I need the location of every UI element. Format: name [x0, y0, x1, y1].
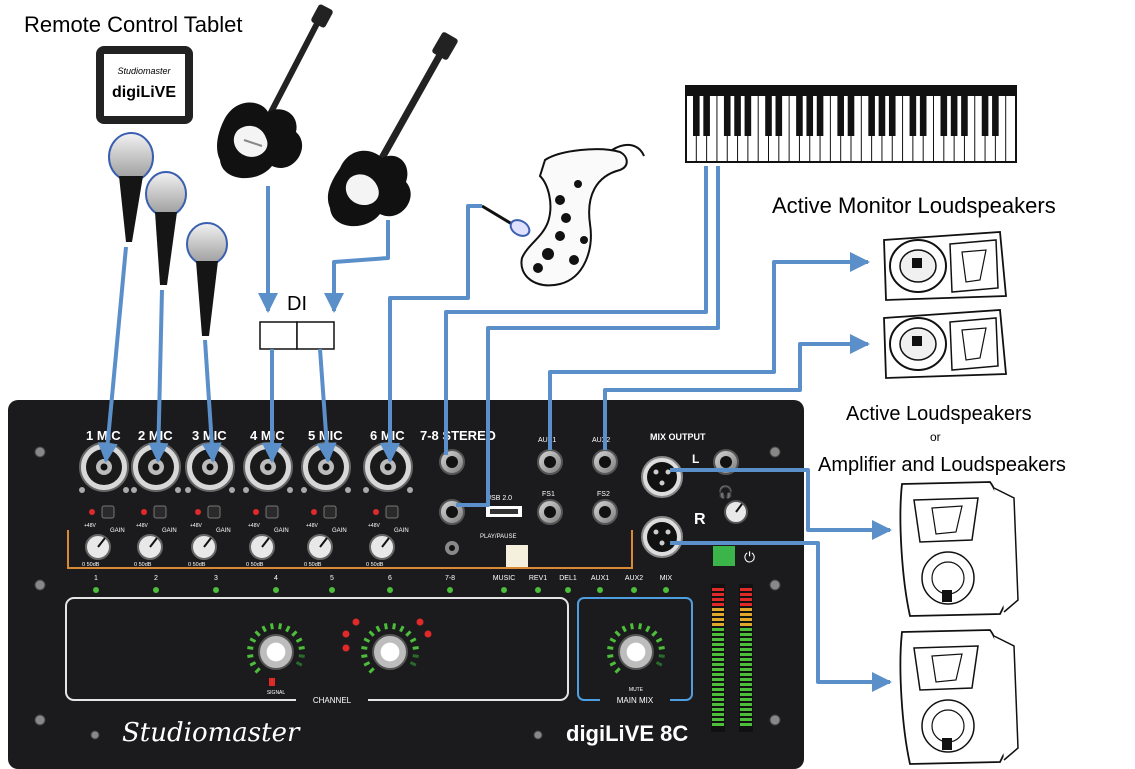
play-pause-label: PLAY/PAUSE: [480, 534, 516, 540]
tablet-brand-text: Studiomaster: [117, 66, 171, 76]
mixer-console: 1 MIC 2 MIC 3 MIC 4 MIC 5 MIC 6 MIC +48V +48V +…: [8, 400, 804, 769]
fs2-label: FS2: [597, 491, 610, 498]
svg-text:GAIN: GAIN: [394, 528, 409, 534]
svg-text:+48V: +48V: [136, 523, 148, 529]
active-loudspeaker-2: [899, 629, 1019, 765]
svg-text:+48V: +48V: [190, 523, 202, 529]
strip-label-2: 2: [154, 575, 158, 582]
microphone-3: [186, 222, 228, 336]
svg-text:+48V: +48V: [248, 523, 260, 529]
input-1-label: 1 MIC: [86, 428, 121, 443]
saxophone: [481, 143, 645, 287]
input-6-label: 6 MIC: [370, 428, 405, 443]
strip-label-rev1: REV1: [529, 575, 547, 582]
svg-text:+48V: +48V: [368, 523, 380, 529]
strip-label-1: 1: [94, 575, 98, 582]
svg-text:R: R: [694, 511, 706, 528]
strip-led-5[interactable]: [329, 587, 335, 593]
svg-text:GAIN: GAIN: [216, 528, 231, 534]
strip-label-del1: DEL1: [559, 575, 577, 582]
monitor-speaker-2: [883, 309, 1007, 379]
strip-label-5: 5: [330, 575, 334, 582]
setup-diagram: Studiomaster digiLiVE 1 MIC 2 MIC 3 MIC …: [8, 4, 1019, 769]
console-model: digiLiVE 8C: [566, 721, 688, 746]
input-4-label: 4 MIC: [250, 428, 285, 443]
strip-led-6[interactable]: [387, 587, 393, 593]
strip-led-rev1[interactable]: [535, 587, 541, 593]
phantom-switch-3[interactable]: [207, 505, 221, 519]
phantom-switch-5[interactable]: [323, 505, 337, 519]
strip-led-2[interactable]: [153, 587, 159, 593]
microphone-2: [145, 171, 187, 285]
svg-text:L: L: [692, 452, 699, 466]
phantom-switch-2[interactable]: [153, 505, 167, 519]
phantom-led-4: [253, 509, 259, 515]
svg-text:+48V: +48V: [84, 523, 96, 529]
phantom-led-5: [311, 509, 317, 515]
svg-text:GAIN: GAIN: [274, 528, 289, 534]
tablet-app-text: digiLiVE: [112, 84, 176, 101]
console-brand: Studiomaster: [122, 718, 301, 748]
svg-text:GAIN: GAIN: [332, 528, 347, 534]
power-button[interactable]: [713, 546, 735, 566]
strip-label-3: 3: [214, 575, 218, 582]
strip-label-6: 6: [388, 575, 392, 582]
power-icon: ⏻: [744, 549, 755, 565]
headphone-icon: 🎧: [718, 485, 733, 499]
phantom-switch-4[interactable]: [265, 505, 279, 519]
mute-label: MUTE: [629, 687, 644, 693]
strip-label-7-8: 7-8: [445, 575, 455, 582]
electric-guitar: [217, 4, 333, 179]
strip-label-mix: MIX: [660, 575, 673, 582]
svg-text:GAIN: GAIN: [162, 528, 177, 534]
phantom-led-6: [373, 509, 379, 515]
strip-label-music: MUSIC: [493, 575, 516, 582]
aux2-label: AUX2: [592, 437, 610, 444]
main-mix-section-label: MAIN MIX: [617, 696, 654, 705]
strip-led-aux1[interactable]: [597, 587, 603, 593]
aux1-label: AUX1: [538, 437, 556, 444]
keyboard: [685, 85, 1017, 163]
svg-text:GAIN: GAIN: [110, 528, 125, 534]
signal-label: SIGNAL: [267, 690, 286, 696]
strip-label-4: 4: [274, 575, 278, 582]
strip-led-1[interactable]: [93, 587, 99, 593]
strip-led-4[interactable]: [273, 587, 279, 593]
strip-led-del1[interactable]: [565, 587, 571, 593]
strip-led-music[interactable]: [501, 587, 507, 593]
mix-output-label: MIX OUTPUT: [650, 432, 706, 442]
strip-led-mix[interactable]: [663, 587, 669, 593]
strip-led-3[interactable]: [213, 587, 219, 593]
active-loudspeaker-1: [899, 481, 1019, 617]
strip-led-aux2[interactable]: [631, 587, 637, 593]
remote-tablet: Studiomaster digiLiVE: [96, 46, 193, 124]
fs1-label: FS1: [542, 491, 555, 498]
phantom-switch-1[interactable]: [101, 505, 115, 519]
phantom-led-2: [141, 509, 147, 515]
svg-text:+48V: +48V: [306, 523, 318, 529]
phantom-led-1: [89, 509, 95, 515]
monitor-speaker-1: [883, 231, 1007, 301]
di-box: [259, 321, 335, 350]
channel-section-label: CHANNEL: [313, 696, 352, 705]
strip-label-aux1: AUX1: [591, 575, 609, 582]
play-pause-button[interactable]: [506, 545, 528, 567]
input-2-label: 2 MIC: [138, 428, 173, 443]
phantom-led-3: [195, 509, 201, 515]
strip-led-7-8[interactable]: [447, 587, 453, 593]
phantom-switch-6[interactable]: [385, 505, 399, 519]
strip-label-aux2: AUX2: [625, 575, 643, 582]
bass-guitar: [327, 32, 458, 227]
stereo-input-label: 7-8 STEREO: [420, 428, 496, 443]
